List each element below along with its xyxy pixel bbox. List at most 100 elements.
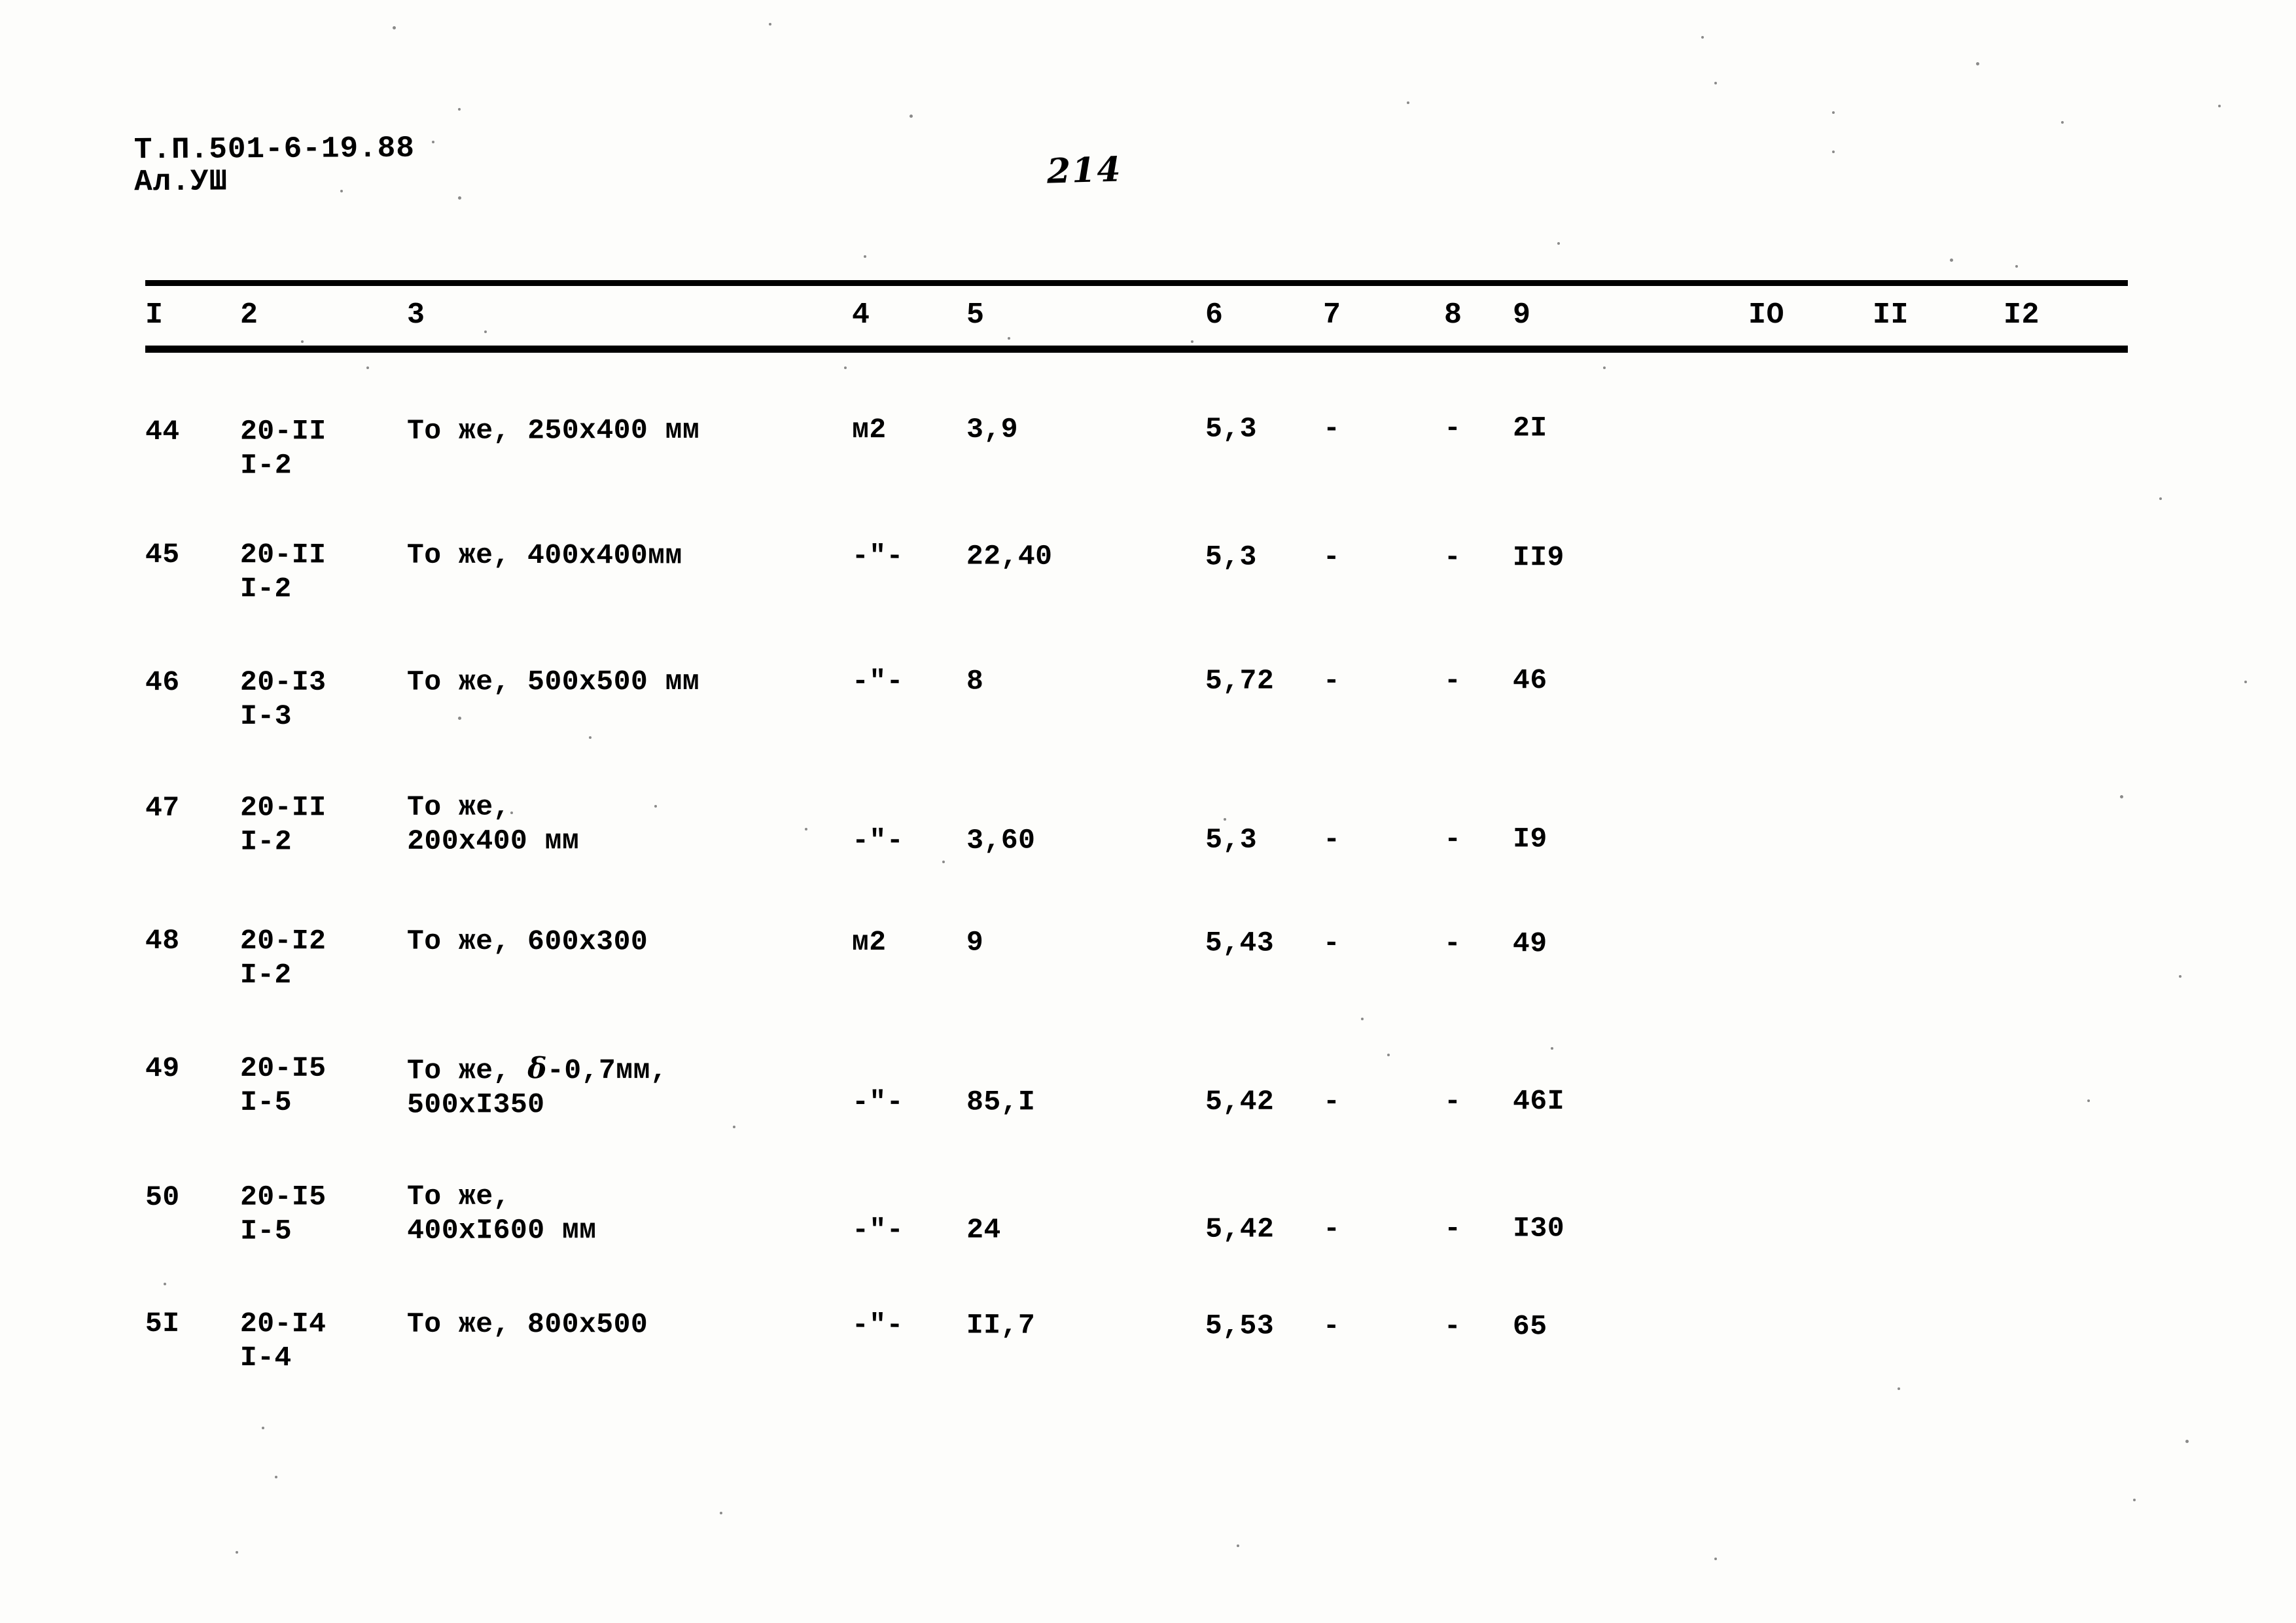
scan-artifact <box>484 330 487 333</box>
scan-artifact <box>2179 975 2181 978</box>
column9-cell: 2I <box>1513 412 1547 444</box>
column-header-1: I <box>145 298 164 332</box>
item-code: 20-II I-2 <box>240 791 327 859</box>
column9-cell: 65 <box>1512 1310 1547 1343</box>
scan-artifact <box>458 108 461 111</box>
document-album-line2: Ал.УШ <box>133 164 228 200</box>
table-row: 46 20-I3 I-3 То же, 500x500 мм -"- 8 5,72 - - 46 <box>145 663 2134 732</box>
scan-artifact <box>2244 681 2247 683</box>
mass-cell: 5,42 <box>1205 1085 1275 1118</box>
scan-artifact <box>2185 1440 2189 1443</box>
column7-cell: - <box>1323 1085 1341 1118</box>
scan-artifact <box>864 255 866 258</box>
item-code: 20-I4 I-4 <box>240 1307 327 1376</box>
unit-cell: м2 <box>851 926 887 959</box>
scan-artifact <box>1387 1054 1390 1056</box>
item-description-line2: 400xI600 мм <box>407 1214 597 1247</box>
column9-cell: 49 <box>1512 927 1547 960</box>
mass-cell: 5,3 <box>1205 412 1258 445</box>
unit-cell: м2 <box>852 414 887 446</box>
row-number: 5I <box>145 1307 180 1340</box>
column7-cell: - <box>1323 664 1341 697</box>
column8-cell: - <box>1443 541 1462 574</box>
scan-artifact <box>2218 105 2221 107</box>
scan-artifact <box>366 366 369 369</box>
row-number: 48 <box>145 924 180 957</box>
item-description-line1: То же, 400x400мм <box>406 539 682 572</box>
scan-artifact <box>2133 1499 2136 1501</box>
column-header-4: 4 <box>852 298 870 332</box>
item-code-bottom: I-4 <box>239 1342 292 1374</box>
scan-artifact <box>458 196 461 200</box>
item-code-bottom: I-5 <box>240 1215 292 1248</box>
column7-cell: - <box>1322 1310 1341 1342</box>
table-row: 48 20-I2 I-2 То же, 600x300 м2 9 5,43 - - 49 <box>145 924 2134 991</box>
scan-artifact <box>275 1476 277 1478</box>
item-description: То же, 800x500 <box>407 1308 648 1342</box>
column-header-8: 8 <box>1444 298 1462 332</box>
scan-artifact <box>1976 62 1979 65</box>
scan-artifact <box>844 366 847 369</box>
column8-cell: - <box>1444 1085 1462 1118</box>
scan-artifact <box>654 805 657 808</box>
scan-artifact <box>1832 151 1835 153</box>
scan-artifact <box>1361 1018 1364 1020</box>
delta-thickness-symbol: δ <box>527 1052 548 1086</box>
scan-artifact <box>1407 101 1409 104</box>
item-description-line1: То же, <box>407 1180 510 1213</box>
scan-artifact <box>262 1427 264 1429</box>
scan-artifact <box>1191 340 1193 343</box>
item-description: То же, 400x400мм <box>407 539 682 573</box>
scan-artifact <box>301 340 304 343</box>
item-description-line1: То же, <box>407 791 510 823</box>
scan-artifact <box>733 1126 735 1128</box>
item-description: То же, 600x300 <box>407 925 648 959</box>
column7-cell: - <box>1323 823 1341 856</box>
scan-artifact <box>1898 1387 1900 1390</box>
mass-cell: 5,53 <box>1205 1310 1275 1342</box>
column-header-10: IO <box>1748 298 1785 332</box>
row-number: 45 <box>145 538 180 571</box>
table-row: 45 20-II I-2 То же, 400x400мм -"- 22,40 5,3 - - I… <box>145 538 2134 605</box>
item-code-top: 20-I2 <box>239 925 327 957</box>
item-code-top: 20-I5 <box>240 1052 327 1084</box>
column-header-2: 2 <box>240 298 258 332</box>
item-code-bottom: I-2 <box>240 449 292 482</box>
row-number: 44 <box>145 415 180 448</box>
scan-artifact <box>1237 1544 1239 1547</box>
column8-cell: - <box>1444 664 1462 697</box>
item-code-top: 20-I3 <box>240 666 327 698</box>
row-number: 50 <box>145 1181 180 1213</box>
column8-cell: - <box>1444 412 1462 444</box>
column8-cell: - <box>1443 1310 1462 1343</box>
scan-artifact <box>2120 795 2123 798</box>
mass-cell: 5,72 <box>1205 664 1275 697</box>
item-code-bottom: I-2 <box>239 959 292 991</box>
item-code: 20-I5 I-5 <box>240 1052 327 1120</box>
scan-artifact <box>236 1551 238 1554</box>
column9-cell: 46I <box>1513 1085 1565 1118</box>
item-description: То же, 500x500 мм <box>407 665 699 700</box>
column7-cell: - <box>1323 1213 1341 1245</box>
column-header-11: II <box>1873 298 1909 332</box>
column9-cell: II9 <box>1512 541 1564 574</box>
column-header-5: 5 <box>966 298 985 332</box>
item-code-bottom: I-3 <box>240 700 292 733</box>
column-header-6: 6 <box>1205 298 1224 332</box>
table-row: 47 20-II I-2 То же, 200x400 мм -"- 3,60 5,3 - - I9 <box>145 786 2134 859</box>
item-code: 20-I5 I-5 <box>240 1180 327 1249</box>
item-code-bottom: I-5 <box>240 1086 292 1119</box>
scan-artifact <box>1224 818 1226 821</box>
column8-cell: - <box>1443 927 1462 960</box>
mass-cell: 5,3 <box>1205 823 1258 856</box>
scan-artifact <box>1557 242 1560 245</box>
column8-cell: - <box>1444 1212 1462 1245</box>
scan-artifact <box>1714 82 1717 84</box>
table-row: 50 20-I5 I-5 То же, 400xI600 мм -"- 24 5,42 - - I3… <box>145 1175 2134 1248</box>
item-description-line1: То же, 800x500 <box>406 1308 648 1341</box>
scan-artifact <box>2087 1099 2090 1102</box>
column-header-9: 9 <box>1513 298 1531 332</box>
item-code-top: 20-I5 <box>240 1181 327 1213</box>
column7-cell: - <box>1323 412 1341 445</box>
quantity-cell: 8 <box>966 665 984 698</box>
